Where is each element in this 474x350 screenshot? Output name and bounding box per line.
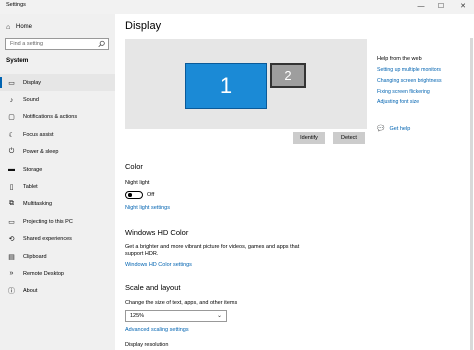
detect-button[interactable]: Detect <box>333 132 365 144</box>
sidebar: ⌂ Home Find a setting System ▭ Display ♪ So… <box>0 14 115 350</box>
monitor-1[interactable]: 1 <box>185 63 267 109</box>
night-light-toggle[interactable] <box>125 191 143 199</box>
sidebar-item-label: Focus assist <box>23 131 54 138</box>
night-light-settings-link[interactable]: Night light settings <box>125 205 170 211</box>
advanced-scaling-link[interactable]: Advanced scaling settings <box>125 327 189 333</box>
remote-desktop-icon: » <box>9 270 14 278</box>
home-label: Home <box>16 24 33 30</box>
notifications-icon: ▢ <box>8 114 15 122</box>
page-title: Display <box>125 20 162 32</box>
clipboard-icon: ▤ <box>8 253 15 261</box>
scale-value: 125% <box>130 313 145 319</box>
sidebar-item-label: Sound <box>23 97 39 104</box>
chat-icon: 💬 <box>377 126 385 132</box>
toggle-knob <box>128 193 132 197</box>
sidebar-item-label: Power & sleep <box>23 149 59 156</box>
help-panel: Help from the web Setting up multiple mo… <box>377 56 469 110</box>
monitor-2[interactable]: 2 <box>270 63 306 88</box>
hdr-heading: Windows HD Color <box>125 228 189 237</box>
sidebar-item-focus-assist[interactable]: ☾ Focus assist <box>0 126 115 143</box>
chevron-down-icon: ⌄ <box>216 313 222 319</box>
monitor-icon: ▭ <box>8 79 15 87</box>
sidebar-nav: ▭ Display ♪ Sound ▢ Notifications & actions ☾ F… <box>0 74 115 300</box>
sidebar-item-label: Display <box>23 79 42 86</box>
sidebar-item-label: Storage <box>23 166 43 173</box>
sidebar-item-projecting-to-this-pc[interactable]: ▭ Projecting to this PC <box>0 213 115 230</box>
search-field[interactable]: Find a setting <box>5 38 109 50</box>
close-button[interactable]: ✕ <box>456 1 470 13</box>
sidebar-item-label: Tablet <box>23 184 38 191</box>
sidebar-item-label: Shared experiences <box>23 236 72 243</box>
display-resolution-label: Display resolution <box>125 342 169 348</box>
night-light-state: Off <box>147 192 155 198</box>
storage-icon: ▬ <box>8 166 15 174</box>
sidebar-item-label: Remote Desktop <box>23 270 64 277</box>
sidebar-item-label: Notifications & actions <box>23 114 78 121</box>
section-label: System <box>6 57 29 64</box>
sidebar-item-remote-desktop[interactable]: » Remote Desktop <box>0 265 115 282</box>
home-icon: ⌂ <box>6 23 11 31</box>
get-help-label: Get help <box>389 125 411 132</box>
sidebar-item-tablet[interactable]: ▯ Tablet <box>0 178 115 195</box>
sidebar-item-label: About <box>23 288 38 295</box>
sidebar-item-sound[interactable]: ♪ Sound <box>0 91 115 108</box>
help-link-font-size[interactable]: Adjusting font size <box>377 99 469 105</box>
get-help-link[interactable]: 💬 Get help <box>377 125 411 133</box>
sidebar-item-about[interactable]: ⓘ About <box>0 283 115 300</box>
monitor-arrangement: 1 2 <box>125 39 367 129</box>
sidebar-item-power-sleep[interactable]: ⏻ Power & sleep <box>0 144 115 161</box>
help-title: Help from the web <box>377 56 422 62</box>
speaker-icon: ♪ <box>9 96 14 104</box>
window-title: Settings <box>6 2 26 8</box>
help-link-flickering[interactable]: Fixing screen flickering <box>377 89 469 95</box>
night-light-label: Night light <box>125 180 150 186</box>
scale-dropdown[interactable]: 125% ⌄ <box>125 310 227 322</box>
title-bar: Settings — ☐ ✕ <box>0 0 474 14</box>
sidebar-item-clipboard[interactable]: ▤ Clipboard <box>0 248 115 265</box>
main-content: Display 1 2 Identify Detect Color Night … <box>115 14 474 350</box>
sidebar-item-notifications-actions[interactable]: ▢ Notifications & actions <box>0 109 115 126</box>
help-link-multiple-monitors[interactable]: Setting up multiple monitors <box>377 67 469 73</box>
scrollbar[interactable] <box>470 38 473 350</box>
color-heading: Color <box>125 162 143 171</box>
scale-size-label: Change the size of text, apps, and other… <box>125 300 238 306</box>
multitasking-icon: ⧉ <box>9 200 14 208</box>
scale-heading: Scale and layout <box>125 283 181 292</box>
search-icon[interactable] <box>98 40 105 48</box>
moon-icon: ☾ <box>8 131 15 139</box>
minimize-button[interactable]: — <box>414 1 428 13</box>
shared-icon: ⟲ <box>8 236 15 244</box>
tablet-icon: ▯ <box>9 184 14 192</box>
power-icon: ⏻ <box>8 148 15 156</box>
search-placeholder: Find a setting <box>10 41 44 47</box>
sidebar-item-shared-experiences[interactable]: ⟲ Shared experiences <box>0 231 115 248</box>
sidebar-item-label: Projecting to this PC <box>23 218 73 225</box>
sidebar-item-storage[interactable]: ▬ Storage <box>0 161 115 178</box>
identify-button[interactable]: Identify <box>293 132 325 144</box>
help-link-brightness[interactable]: Changing screen brightness <box>377 78 469 84</box>
home-link[interactable]: ⌂ Home <box>6 21 32 33</box>
settings-window: Settings — ☐ ✕ ⌂ Home Find a setting Sys… <box>0 0 474 350</box>
hdr-settings-link[interactable]: Windows HD Color settings <box>125 262 192 268</box>
projecting-icon: ▭ <box>8 218 15 226</box>
sidebar-item-display[interactable]: ▭ Display <box>0 74 115 92</box>
sidebar-item-multitasking[interactable]: ⧉ Multitasking <box>0 196 115 213</box>
sidebar-item-label: Clipboard <box>23 253 47 260</box>
maximize-button[interactable]: ☐ <box>434 1 448 13</box>
sidebar-item-label: Multitasking <box>23 201 53 208</box>
hdr-description: Get a brighter and more vibrant picture … <box>125 244 300 257</box>
info-icon: ⓘ <box>8 288 15 296</box>
